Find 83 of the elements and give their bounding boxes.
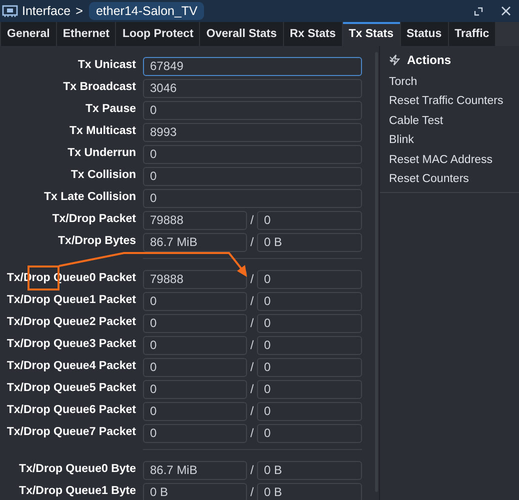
slash-separator: / [249, 381, 255, 398]
slash-separator: / [249, 462, 255, 479]
value-field[interactable]: 0 [143, 402, 247, 420]
field-label: Tx/Drop Bytes [57, 234, 136, 250]
value-field[interactable]: 79888 [143, 270, 247, 288]
slash-separator: / [249, 425, 255, 442]
tab[interactable]: Tx Stats [342, 22, 400, 46]
value-field[interactable]: 79888 [143, 210, 247, 230]
field-label: Tx/Drop Queue7 Packet [6, 425, 136, 440]
field-label: Tx/Drop Queue6 Packet [6, 403, 136, 418]
field-label: Tx Underrun [66, 146, 136, 162]
value-field[interactable]: 0 [143, 100, 362, 120]
field-label: Tx/Drop Queue3 Packet [6, 337, 136, 352]
field-label: Tx/Drop Queue5 Packet [6, 381, 136, 396]
value-field[interactable]: 0 [143, 358, 247, 376]
slash-separator: / [249, 337, 255, 354]
tab[interactable]: Loop Protect [116, 22, 200, 46]
interface-name: ether14-Salon_TV [88, 2, 204, 20]
value-field[interactable]: 0 [143, 380, 247, 398]
value-field[interactable]: 0 B [257, 232, 362, 252]
field-label: Tx Unicast [76, 58, 136, 74]
field-label: Tx Pause [84, 102, 136, 118]
value-field[interactable]: 86.7 MiB [143, 232, 247, 252]
breadcrumb-label[interactable]: Interface [22, 2, 71, 20]
value-field[interactable]: 0 [143, 424, 247, 442]
value-field[interactable]: 0 B [143, 482, 247, 500]
tab[interactable]: Rx Stats [284, 22, 342, 46]
action-item[interactable]: Blink [389, 131, 519, 151]
tab[interactable]: Overall Stats [200, 22, 283, 46]
value-field[interactable]: 0 [257, 336, 362, 354]
action-item[interactable]: Torch [389, 73, 519, 92]
value-field[interactable]: 8993 [143, 122, 362, 142]
field-label: Tx Multicast [68, 124, 136, 140]
value-field[interactable]: 3046 [143, 78, 362, 98]
field-label: Tx/Drop Queue1 Byte [18, 484, 136, 500]
value-field[interactable]: 0 [143, 336, 247, 354]
tab[interactable]: General [1, 22, 56, 46]
value-field[interactable]: 86.7 MiB [143, 460, 247, 480]
value-field[interactable]: 0 [257, 424, 362, 442]
value-field[interactable]: 0 [257, 292, 362, 310]
tab[interactable]: Status [400, 22, 448, 46]
field-label: Tx/Drop Queue4 Packet [6, 359, 136, 374]
value-field[interactable]: 0 B [257, 460, 362, 480]
tab[interactable]: Ethernet [56, 22, 116, 46]
value-field[interactable]: 0 [143, 166, 362, 186]
action-item[interactable]: Reset Counters [389, 170, 519, 190]
field-label: Tx/Drop Queue2 Packet [6, 315, 136, 330]
slash-separator: / [249, 359, 255, 376]
action-item[interactable]: Reset Traffic Counters [389, 92, 519, 112]
field-label: Tx/Drop Queue1 Packet [6, 293, 136, 308]
restore-icon[interactable] [474, 6, 483, 16]
value-field[interactable]: 0 [257, 358, 362, 376]
slash-separator: / [249, 234, 255, 251]
value-field[interactable]: 0 [257, 210, 362, 230]
field-label: Tx/Drop Packet [51, 212, 136, 228]
slash-separator: / [249, 403, 255, 420]
value-field[interactable]: 0 [257, 402, 362, 420]
slash-separator: / [249, 315, 255, 332]
breadcrumb-separator: > [76, 2, 83, 20]
value-field[interactable]: 67849 [143, 56, 362, 76]
value-field[interactable]: 0 [257, 380, 362, 398]
tab[interactable]: Traffic [448, 22, 496, 46]
value-field[interactable]: 0 [143, 292, 247, 310]
slash-separator: / [249, 484, 255, 500]
value-field[interactable]: 0 B [257, 482, 362, 500]
value-field[interactable]: 0 [257, 270, 362, 288]
field-label: Tx Late Collision [42, 190, 136, 206]
value-field[interactable]: 0 [143, 144, 362, 164]
field-label: Tx Broadcast [62, 80, 136, 96]
actions-heading: Actions [407, 52, 452, 69]
slash-separator: / [249, 212, 255, 229]
action-item[interactable]: Cable Test [389, 112, 519, 132]
action-item[interactable]: Reset MAC Address [389, 150, 519, 170]
slash-separator: / [249, 293, 255, 310]
network-port-icon [2, 4, 18, 18]
value-field[interactable]: 0 [257, 314, 362, 332]
close-icon[interactable] [501, 6, 511, 16]
value-field[interactable]: 0 [143, 314, 247, 332]
field-label: Tx Collision [70, 168, 136, 184]
value-field[interactable]: 0 [143, 188, 362, 208]
field-label: Tx/Drop Queue0 Byte [18, 462, 136, 478]
lightning-icon [389, 54, 401, 66]
slash-separator: / [249, 271, 255, 288]
